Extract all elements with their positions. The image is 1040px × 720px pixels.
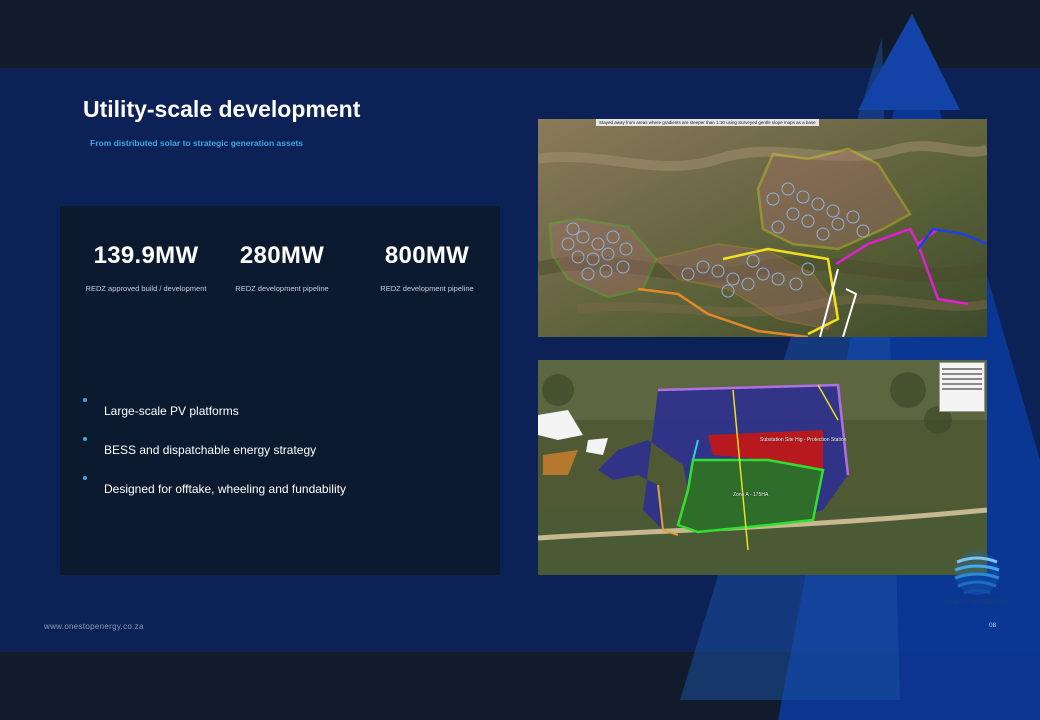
stat-approved: 139.9MW REDZ approved build / developmen… (76, 242, 216, 295)
bottom-band (0, 652, 1040, 720)
page-number: 08 (989, 622, 997, 629)
bullet-item: Designed for offtake, wheeling and funda… (82, 476, 482, 519)
stat-label: REDZ development pipeline (380, 284, 474, 293)
legend-line (942, 368, 982, 370)
stat-value: 800MW (384, 242, 470, 269)
bullet-list: Large-scale PV platforms BESS and dispat… (82, 398, 482, 519)
bullet-dot-icon (83, 437, 87, 441)
bullet-dot-icon (83, 476, 87, 480)
legend-line (942, 383, 982, 385)
bullet-item: BESS and dispatchable energy strategy (82, 437, 482, 480)
top-band (0, 0, 1040, 68)
stat-value: 280MW (239, 242, 325, 269)
globe-icon (954, 551, 1000, 595)
legend-line (942, 373, 982, 375)
site-map-image: Zone A - 175HA Substation Site Hig - Pro… (538, 360, 987, 575)
stat-value: 139.9MW (93, 242, 199, 269)
page-subtitle: From distributed solar to strategic gene… (90, 138, 304, 148)
page-title: Utility-scale development (83, 96, 361, 122)
map-note: Stayed away from areas where gradients a… (596, 119, 819, 126)
stat-pipeline-2: 800MW REDZ development pipeline (357, 242, 497, 295)
terrain-map-image: Stayed away from areas where gradients a… (538, 119, 987, 337)
bullet-text: BESS and dispatchable energy strategy (104, 443, 317, 457)
bullet-text: Designed for offtake, wheeling and funda… (104, 482, 346, 496)
bullet-text: Large-scale PV platforms (104, 404, 239, 418)
bullet-dot-icon (83, 398, 87, 402)
stat-label: REDZ development pipeline (235, 284, 329, 293)
legend-line (942, 388, 982, 390)
zone-label: Zone A - 175HA (733, 492, 769, 498)
map-legend (939, 362, 985, 412)
legend-line (942, 378, 982, 380)
stat-pipeline-1: 280MW REDZ development pipeline (212, 242, 352, 295)
logo-text: ONE STOP ENERGY (944, 599, 1010, 606)
stat-label: REDZ approved build / development (85, 284, 207, 293)
bullet-item: Large-scale PV platforms (82, 398, 482, 441)
stats-panel: 139.9MW REDZ approved build / developmen… (60, 206, 500, 575)
company-logo: ONE STOP ENERGY (922, 548, 1032, 606)
substation-label: Substation Site Hig - Protection Station (760, 437, 847, 443)
footer-url[interactable]: www.onestopenergy.co.za (44, 622, 144, 631)
